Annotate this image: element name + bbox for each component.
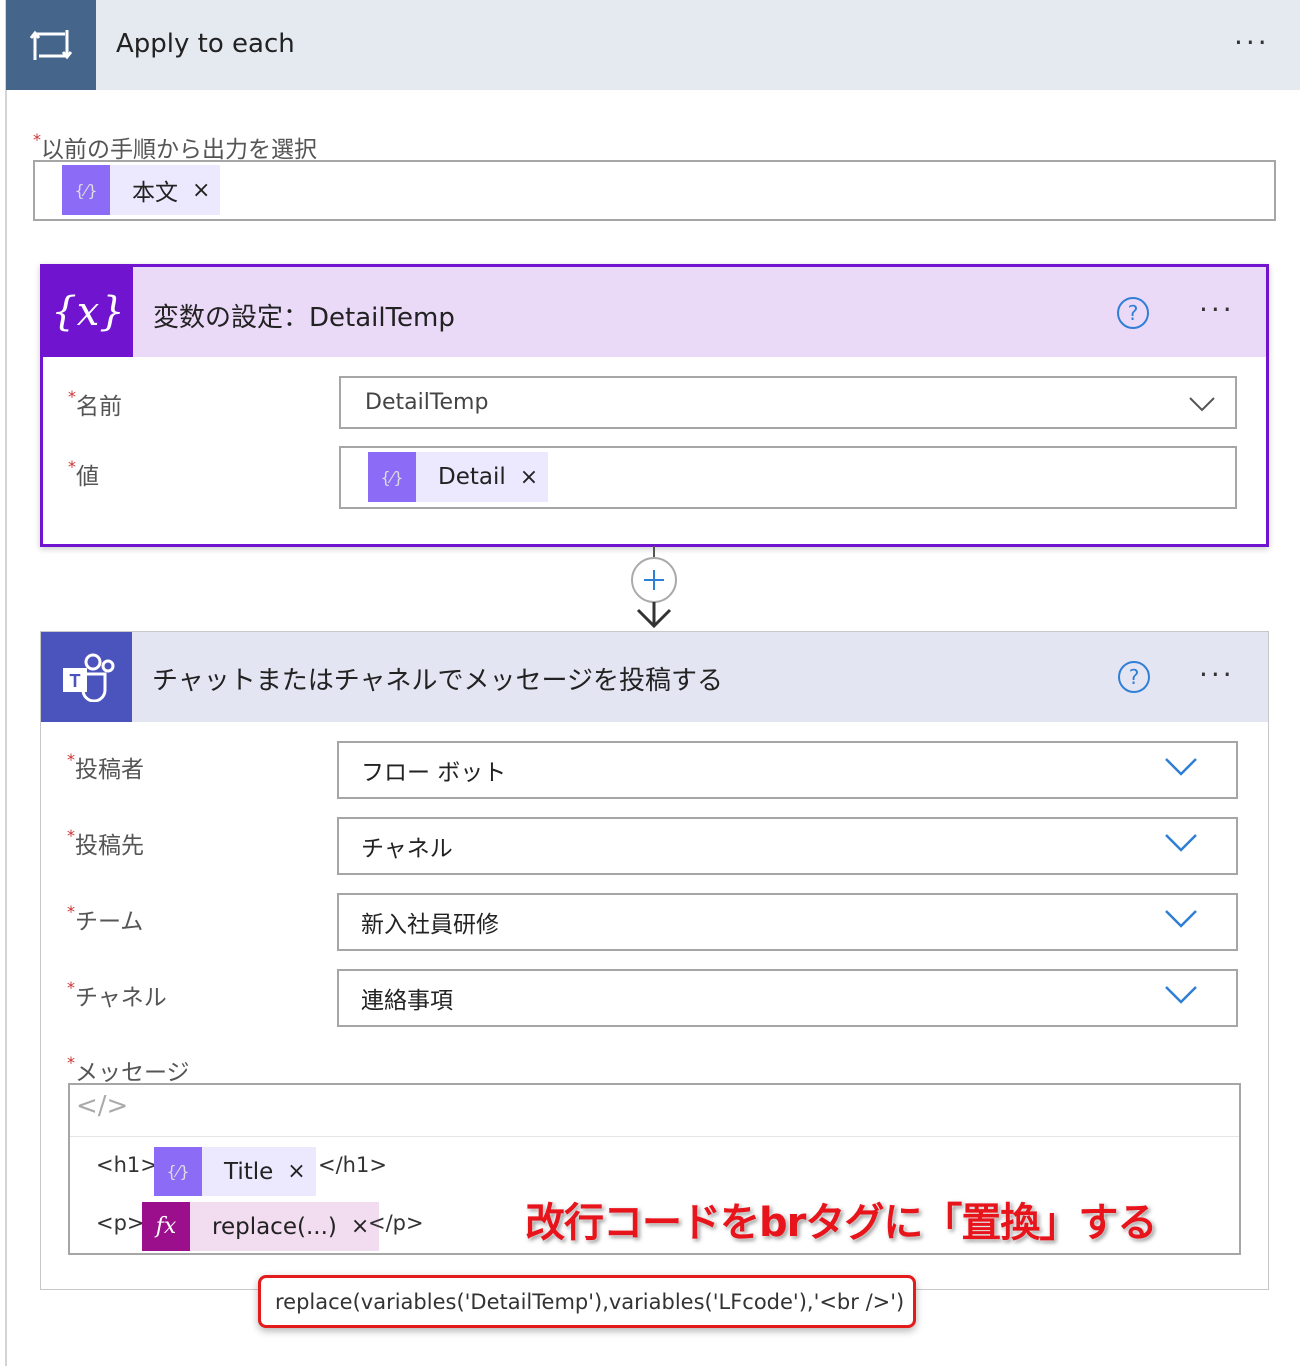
label-text: 値 bbox=[76, 464, 99, 490]
code-text: <p> bbox=[96, 1211, 145, 1235]
label-text: チャネル bbox=[75, 985, 167, 1011]
chevron-down-icon bbox=[1165, 758, 1197, 776]
dynamic-token[interactable]: {⁄} 本文 × bbox=[62, 165, 221, 215]
code-view-toggle-icon[interactable]: </> bbox=[76, 1091, 128, 1121]
dynamic-content-icon: {⁄} bbox=[368, 452, 416, 502]
message-label: *メッセージ bbox=[67, 1053, 190, 1087]
teams-icon: T bbox=[41, 632, 132, 722]
poster-label: *投稿者 bbox=[67, 750, 144, 784]
token-label: Title bbox=[224, 1158, 274, 1185]
name-value: DetailTemp bbox=[365, 390, 489, 415]
set-variable-title: 変数の設定：DetailTemp bbox=[153, 303, 455, 333]
function-icon: fx bbox=[142, 1202, 190, 1251]
required-marker: * bbox=[33, 130, 41, 149]
teams-card-title: チャットまたはチャネルでメッセージを投稿する bbox=[152, 666, 723, 696]
channel-dropdown[interactable]: 連絡事項 bbox=[337, 969, 1238, 1027]
post-in-dropdown[interactable]: チャネル bbox=[337, 817, 1238, 875]
token-label: replace(...) bbox=[212, 1213, 337, 1240]
expression-token[interactable]: fx replace(...) × bbox=[142, 1202, 380, 1251]
editor-toolbar bbox=[70, 1085, 1239, 1137]
dropdown-value: フロー ボット bbox=[361, 760, 507, 786]
post-in-label: *投稿先 bbox=[67, 826, 144, 860]
select-output-label: *以前の手順から出力を選択 bbox=[33, 130, 317, 164]
expression-tooltip: replace(variables('DetailTemp'),variable… bbox=[258, 1275, 916, 1328]
chevron-down-icon bbox=[1189, 397, 1215, 412]
required-marker: * bbox=[67, 902, 75, 921]
code-text: </h1> bbox=[318, 1153, 387, 1177]
code-text: <h1> bbox=[96, 1153, 158, 1177]
required-marker: * bbox=[68, 457, 76, 476]
channel-label: *チャネル bbox=[67, 978, 167, 1012]
select-output-input[interactable]: {⁄} 本文 × bbox=[33, 160, 1276, 221]
remove-token-button[interactable]: × bbox=[287, 1159, 305, 1184]
dropdown-value: チャネル bbox=[361, 836, 453, 862]
remove-token-button[interactable]: × bbox=[520, 465, 538, 490]
team-label: *チーム bbox=[67, 902, 143, 936]
label-text: 投稿者 bbox=[75, 757, 144, 783]
required-marker: * bbox=[67, 1053, 75, 1072]
dynamic-content-icon: {⁄} bbox=[154, 1147, 202, 1196]
value-label: *値 bbox=[68, 457, 99, 491]
label-text: 名前 bbox=[76, 394, 122, 420]
help-icon[interactable]: ? bbox=[1117, 297, 1149, 329]
chevron-down-icon bbox=[1165, 834, 1197, 852]
apply-to-each-title: Apply to each bbox=[116, 29, 295, 59]
code-text: </p> bbox=[368, 1211, 424, 1235]
insert-step-connector bbox=[631, 546, 677, 629]
required-marker: * bbox=[67, 978, 75, 997]
required-marker: * bbox=[67, 750, 75, 769]
loop-icon bbox=[6, 0, 96, 90]
chevron-down-icon bbox=[1165, 910, 1197, 928]
name-label: *名前 bbox=[68, 387, 122, 421]
annotation-callout: 改行コードをbrタグに「置換」する bbox=[525, 1200, 1157, 1246]
name-dropdown[interactable]: DetailTemp bbox=[339, 376, 1237, 429]
more-options-button[interactable]: ··· bbox=[1199, 293, 1235, 326]
token-label: Detail bbox=[438, 464, 506, 490]
value-input[interactable]: {⁄} Detail × bbox=[339, 446, 1237, 509]
required-marker: * bbox=[67, 826, 75, 845]
dropdown-value: 新入社員研修 bbox=[361, 912, 499, 938]
dynamic-token[interactable]: {⁄} Detail × bbox=[368, 452, 549, 502]
label-text: 投稿先 bbox=[75, 833, 144, 859]
svg-text:T: T bbox=[69, 671, 80, 691]
dynamic-content-icon: {⁄} bbox=[62, 165, 110, 215]
chevron-down-icon bbox=[1165, 986, 1197, 1004]
more-options-button[interactable]: ··· bbox=[1199, 658, 1235, 691]
remove-token-button[interactable]: × bbox=[351, 1214, 369, 1239]
required-marker: * bbox=[68, 387, 76, 406]
more-options-button[interactable]: ··· bbox=[1234, 26, 1270, 59]
dynamic-token[interactable]: {⁄} Title × bbox=[154, 1147, 316, 1196]
help-icon[interactable]: ? bbox=[1118, 661, 1150, 693]
set-variable-card: {x} 変数の設定：DetailTemp ? ··· *名前 DetailTem… bbox=[40, 264, 1269, 547]
poster-dropdown[interactable]: フロー ボット bbox=[337, 741, 1238, 799]
label-text: チーム bbox=[75, 909, 144, 935]
remove-token-button[interactable]: × bbox=[192, 178, 210, 203]
team-dropdown[interactable]: 新入社員研修 bbox=[337, 893, 1238, 951]
token-label: 本文 bbox=[132, 180, 178, 206]
variable-icon: {x} bbox=[43, 267, 133, 357]
canvas-divider bbox=[5, 0, 7, 1366]
dropdown-value: 連絡事項 bbox=[361, 988, 453, 1014]
